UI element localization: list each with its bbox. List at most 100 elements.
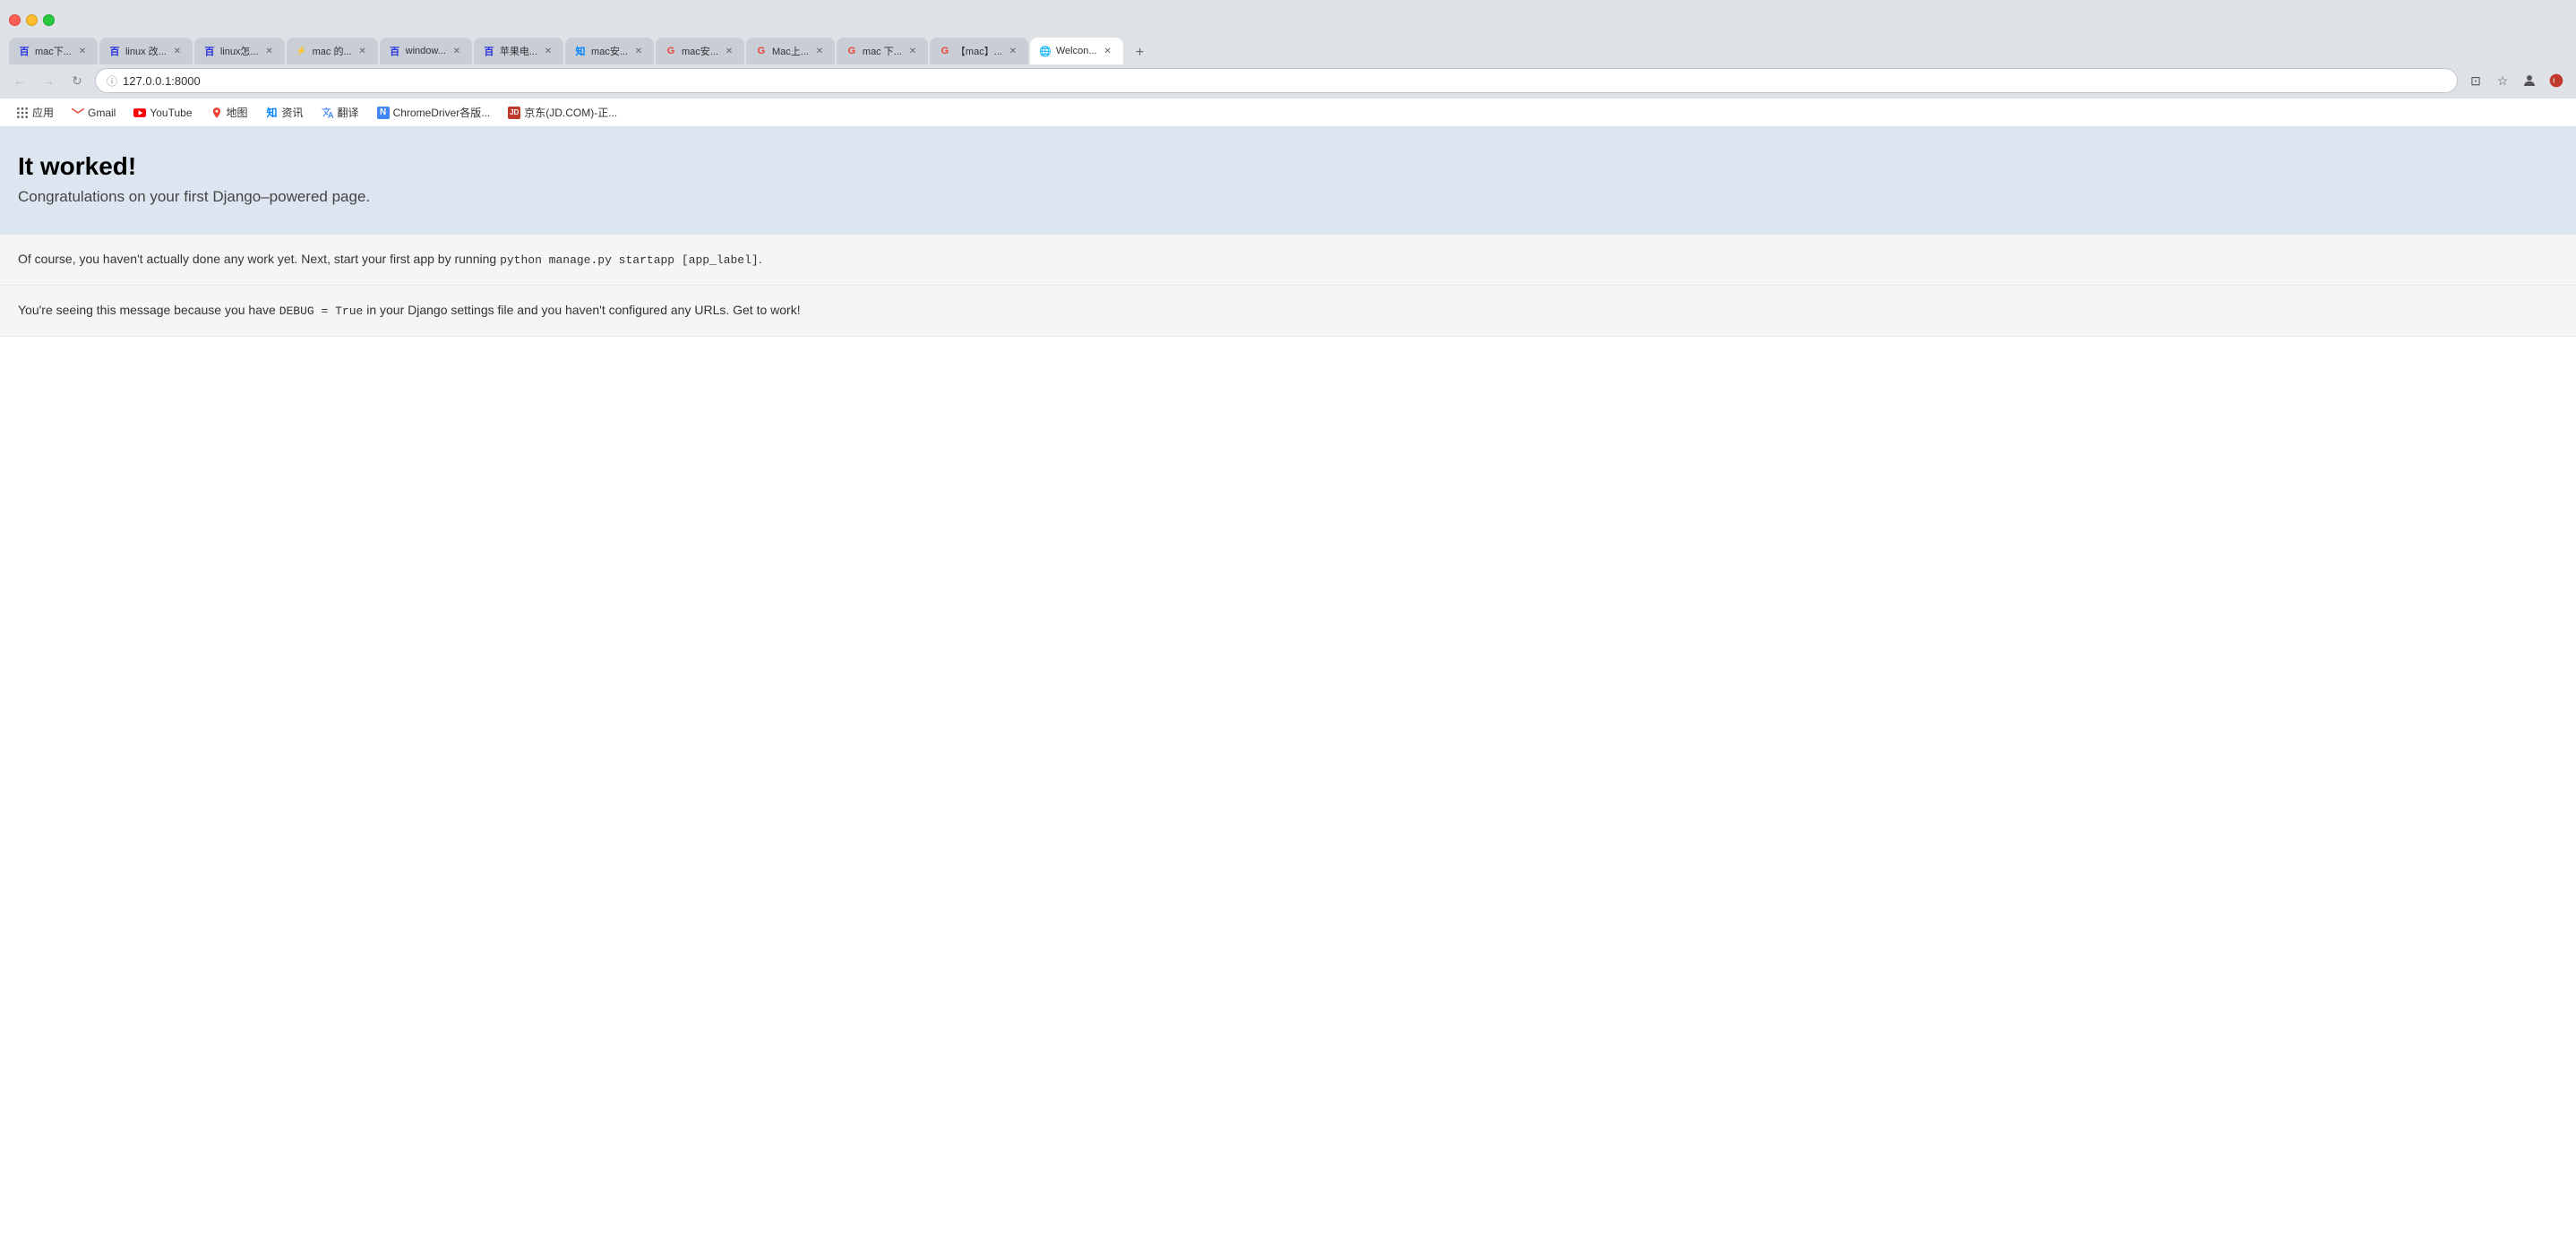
- info-paragraph1: Of course, you haven't actually done any…: [0, 235, 2576, 286]
- chromedriver-icon: N: [377, 107, 390, 119]
- profile-button[interactable]: [2519, 70, 2540, 91]
- tab-close-icon[interactable]: ✕: [542, 45, 554, 57]
- tab-mac1[interactable]: 百 mac下... ✕: [9, 38, 98, 64]
- title-bar: [0, 0, 2576, 32]
- tab-mac-bracket[interactable]: G 【mac】... ✕: [930, 38, 1028, 64]
- bookmark-jd[interactable]: JD 京东(JD.COM)-正...: [501, 102, 624, 123]
- tab-apple[interactable]: 百 苹果电... ✕: [474, 38, 563, 64]
- tab-mac-security1[interactable]: 知 mac安... ✕: [565, 38, 654, 64]
- bookmark-translate[interactable]: 翻译: [314, 102, 366, 123]
- tab-linux1[interactable]: 百 linux 改... ✕: [99, 38, 193, 64]
- apps-icon: [16, 107, 29, 119]
- tab-mac2[interactable]: ⚡ mac 的... ✕: [287, 38, 378, 64]
- tab-mac-up[interactable]: G Mac上... ✕: [746, 38, 835, 64]
- bookmark-label: 地图: [227, 105, 248, 120]
- tab-close-icon[interactable]: ✕: [76, 45, 89, 57]
- gmail-icon: [72, 107, 84, 119]
- tab-close-icon[interactable]: ✕: [906, 45, 919, 57]
- url-text: 127.0.0.1:8000: [123, 74, 2446, 88]
- hero-title: It worked!: [18, 152, 2558, 181]
- tab-close-icon[interactable]: ✕: [451, 45, 463, 57]
- minimize-button[interactable]: [26, 14, 38, 26]
- paragraph1-prefix: Of course, you haven't actually done any…: [18, 252, 500, 266]
- bookmark-youtube[interactable]: YouTube: [126, 104, 199, 122]
- paragraph2-code3: True: [335, 304, 363, 318]
- traffic-lights: [9, 14, 55, 26]
- tab-label: 【mac】...: [956, 44, 1002, 58]
- bookmark-button[interactable]: ☆: [2492, 70, 2513, 91]
- tab-label: Mac上...: [772, 44, 809, 58]
- tab-label: Welcon...: [1056, 46, 1097, 56]
- tab-mac-security2[interactable]: G mac安... ✕: [656, 38, 744, 64]
- bookmark-maps[interactable]: 地图: [203, 102, 255, 123]
- tab-label: mac安...: [591, 44, 628, 58]
- bookmark-news[interactable]: 知 资讯: [259, 102, 311, 123]
- tab-favicon: 知: [574, 45, 587, 57]
- tab-favicon: 百: [483, 45, 495, 57]
- bookmark-apps[interactable]: 应用: [9, 102, 61, 123]
- news-icon: 知: [266, 107, 279, 119]
- tabs-bar: 百 mac下... ✕ 百 linux 改... ✕ 百 linux怎... ✕…: [0, 32, 2576, 64]
- screen-capture-button[interactable]: ⊡: [2465, 70, 2486, 91]
- lock-icon: ⓘ: [107, 73, 117, 89]
- back-button[interactable]: ←: [9, 70, 30, 91]
- tab-window[interactable]: 百 window... ✕: [380, 38, 472, 64]
- tab-favicon: G: [665, 45, 677, 57]
- bookmark-chromedriver[interactable]: N ChromeDriver各版...: [370, 102, 498, 123]
- tab-favicon: G: [755, 45, 768, 57]
- bookmark-label: ChromeDriver各版...: [393, 105, 491, 120]
- tab-label: mac 下...: [863, 44, 902, 58]
- tab-close-icon[interactable]: ✕: [171, 45, 184, 57]
- tab-favicon: 百: [389, 45, 401, 57]
- paragraph2-suffix: in your Django settings file and you hav…: [363, 303, 800, 317]
- tab-favicon: 🌐: [1039, 45, 1052, 57]
- jd-icon: JD: [508, 107, 520, 119]
- tab-linux2[interactable]: 百 linux怎... ✕: [194, 38, 285, 64]
- hero-subtitle: Congratulations on your first Django–pow…: [18, 188, 2558, 206]
- tab-close-icon[interactable]: ✕: [632, 45, 645, 57]
- tab-close-icon[interactable]: ✕: [356, 45, 369, 57]
- bookmark-label: 翻译: [338, 105, 359, 120]
- tab-favicon: ⚡: [296, 45, 308, 57]
- tab-label: linux怎...: [220, 44, 259, 58]
- tab-label: linux 改...: [125, 44, 167, 58]
- bookmark-label: Gmail: [88, 107, 116, 119]
- tab-favicon: G: [846, 45, 858, 57]
- bookmark-label: 应用: [32, 105, 54, 120]
- paragraph2-prefix: You're seeing this message because you h…: [18, 303, 279, 317]
- tab-favicon: 百: [203, 45, 216, 57]
- forward-button[interactable]: →: [38, 70, 59, 91]
- browser-chrome: 百 mac下... ✕ 百 linux 改... ✕ 百 linux怎... ✕…: [0, 0, 2576, 127]
- bookmark-gmail[interactable]: Gmail: [64, 104, 123, 122]
- menu-button[interactable]: !: [2546, 70, 2567, 91]
- paragraph2-code1: DEBUG: [279, 304, 314, 318]
- address-bar-row: ← → ↻ ⓘ 127.0.0.1:8000 ⊡ ☆ !: [0, 64, 2576, 98]
- tab-label: 苹果电...: [500, 44, 537, 58]
- tab-favicon: G: [939, 45, 951, 57]
- tab-close-icon[interactable]: ✕: [813, 45, 826, 57]
- tab-close-icon[interactable]: ✕: [723, 45, 735, 57]
- tab-close-icon[interactable]: ✕: [1007, 45, 1019, 57]
- hero-section: It worked! Congratulations on your first…: [0, 127, 2576, 235]
- maps-icon: [210, 107, 223, 119]
- tab-close-icon[interactable]: ✕: [1102, 45, 1114, 57]
- bookmark-label: YouTube: [150, 107, 192, 119]
- close-button[interactable]: [9, 14, 21, 26]
- refresh-button[interactable]: ↻: [66, 70, 88, 91]
- tab-favicon: 百: [108, 45, 121, 57]
- tab-label: mac 的...: [313, 44, 352, 58]
- tab-label: mac下...: [35, 44, 72, 58]
- tab-mac-down[interactable]: G mac 下... ✕: [837, 38, 928, 64]
- tab-close-icon[interactable]: ✕: [263, 45, 276, 57]
- maximize-button[interactable]: [43, 14, 55, 26]
- info-paragraph2: You're seeing this message because you h…: [0, 286, 2576, 337]
- tab-welcome[interactable]: 🌐 Welcon... ✕: [1030, 38, 1123, 64]
- tab-label: window...: [406, 46, 446, 56]
- new-tab-button[interactable]: +: [1129, 41, 1152, 64]
- paragraph1-suffix: .: [759, 252, 762, 266]
- svg-text:!: !: [2553, 77, 2555, 85]
- tab-favicon: 百: [18, 45, 30, 57]
- translate-icon: [322, 107, 334, 119]
- page-content: It worked! Congratulations on your first…: [0, 127, 2576, 337]
- address-bar[interactable]: ⓘ 127.0.0.1:8000: [95, 68, 2458, 93]
